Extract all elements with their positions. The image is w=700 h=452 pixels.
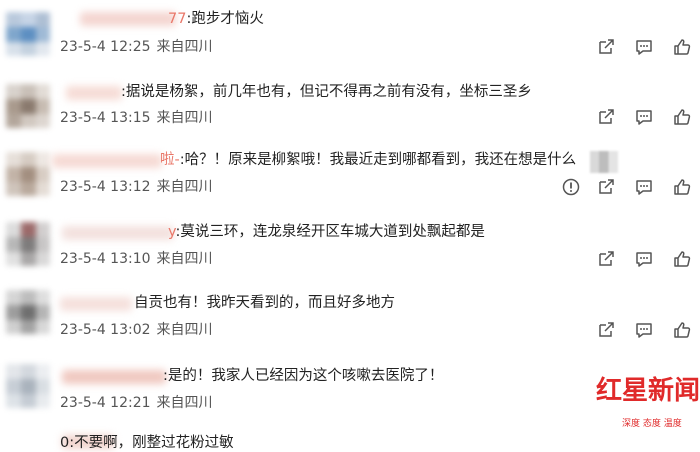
comment-text: 自贡也有！我昨天看到的，而且好多地方 [134, 293, 395, 313]
comment-text: 77:跑步才恼火 [168, 9, 264, 29]
comment-body: :哈？！原来是柳絮哦！我最近走到哪都看到，我还在想是什么 [179, 152, 577, 168]
blurred-username [66, 86, 122, 100]
blurred-username [52, 154, 162, 168]
comment-location: 来自四川 [156, 179, 213, 195]
comment-meta: 23-5-4 13:12 来自四川 [60, 177, 219, 197]
blurred-username [80, 12, 176, 26]
comment-date: 23-5-4 13:12 [60, 179, 151, 195]
comment-item: 自贡也有！我昨天看到的，而且好多地方 23-5-4 13:02 来自四川 [0, 280, 700, 350]
comment-item: :是的！我家人已经因为这个咳嗽去医院了！ 23-5-4 12:21 来自四川 [0, 350, 700, 420]
comment-body: 自贡也有！我昨天看到的，而且好多地方 [134, 295, 395, 311]
thumbs-up-icon[interactable] [673, 38, 691, 56]
comment-text: :据说是杨絮，前几年也有，但记不得再之前有没有，坐标三圣乡 [121, 82, 532, 102]
comment-icon[interactable] [635, 38, 653, 56]
avatar[interactable] [6, 152, 50, 196]
avatar[interactable] [6, 222, 50, 266]
watermark-logo: 红星新闻 深度 态度 温度 [596, 370, 700, 434]
comment-date: 23-5-4 13:15 [60, 110, 151, 126]
blurred-username [60, 297, 132, 311]
comment-icon[interactable] [635, 108, 653, 126]
comment-item: 77:跑步才恼火 23-5-4 12:25 来自四川 [0, 0, 700, 70]
comment-meta: 23-5-4 13:10 来自四川 [60, 249, 219, 269]
partial-comment-text: 0:不要啊，刚整过花粉过敏 [60, 435, 234, 451]
avatar[interactable] [6, 290, 50, 334]
comment-meta: 23-5-4 12:25 来自四川 [60, 37, 219, 57]
watermark-slogan: 深度 态度 温度 [622, 419, 682, 429]
thumbs-up-icon[interactable] [673, 178, 691, 196]
share-icon[interactable] [597, 250, 615, 268]
comment-meta: 23-5-4 12:21 来自四川 [60, 393, 219, 413]
report-icon[interactable] [562, 178, 580, 196]
comment-body: :据说是杨絮，前几年也有，但记不得再之前有没有，坐标三圣乡 [121, 84, 532, 100]
comment-location: 来自四川 [156, 251, 213, 267]
comment-location: 来自四川 [156, 322, 213, 338]
comment-icon[interactable] [635, 178, 653, 196]
thumbs-up-icon[interactable] [673, 108, 691, 126]
comment-date: 23-5-4 12:21 [60, 395, 151, 411]
comment-body: :莫说三环，连龙泉经开区车城大道到处飘起都是 [175, 224, 485, 240]
avatar[interactable] [6, 84, 50, 128]
avatar[interactable] [6, 364, 50, 408]
comment-item: :据说是杨絮，前几年也有，但记不得再之前有没有，坐标三圣乡 23-5-4 13:… [0, 70, 700, 140]
share-icon[interactable] [597, 38, 615, 56]
comment-location: 来自四川 [156, 110, 213, 126]
share-icon[interactable] [597, 178, 615, 196]
blurred-username [62, 370, 166, 384]
share-icon[interactable] [597, 321, 615, 339]
comment-date: 23-5-4 13:10 [60, 251, 151, 267]
comment-date: 23-5-4 12:25 [60, 39, 151, 55]
comment-text: y:莫说三环，连龙泉经开区车城大道到处飘起都是 [168, 222, 485, 242]
username-suffix[interactable]: y [168, 224, 176, 240]
blurred-username [62, 226, 174, 240]
thumbs-up-icon[interactable] [673, 250, 691, 268]
share-icon[interactable] [597, 108, 615, 126]
comment-icon[interactable] [635, 321, 653, 339]
comment-date: 23-5-4 13:02 [60, 322, 151, 338]
comment-location: 来自四川 [156, 395, 213, 411]
comment-text: 啦-:哈？！原来是柳絮哦！我最近走到哪都看到，我还在想是什么 [160, 150, 576, 170]
comment-meta: 23-5-4 13:15 来自四川 [60, 108, 219, 128]
comment-item: 啦-:哈？！原来是柳絮哦！我最近走到哪都看到，我还在想是什么 23-5-4 13… [0, 140, 700, 210]
avatar[interactable] [6, 12, 50, 56]
comment-body: :是的！我家人已经因为这个咳嗽去医院了！ [163, 368, 444, 384]
thumbs-up-icon[interactable] [673, 321, 691, 339]
comment-text: :是的！我家人已经因为这个咳嗽去医院了！ [163, 366, 443, 386]
username-suffix[interactable]: 啦- [160, 152, 180, 168]
comment-location: 来自四川 [156, 39, 213, 55]
username-suffix[interactable]: 77 [168, 11, 186, 27]
comment-body: :跑步才恼火 [186, 11, 264, 27]
censored-mosaic [590, 151, 618, 173]
comment-meta: 23-5-4 13:02 来自四川 [60, 320, 219, 340]
watermark-title: 红星新闻 [596, 376, 700, 406]
comment-icon[interactable] [635, 250, 653, 268]
comment-item: y:莫说三环，连龙泉经开区车城大道到处飘起都是 23-5-4 13:10 来自四川 [0, 210, 700, 280]
